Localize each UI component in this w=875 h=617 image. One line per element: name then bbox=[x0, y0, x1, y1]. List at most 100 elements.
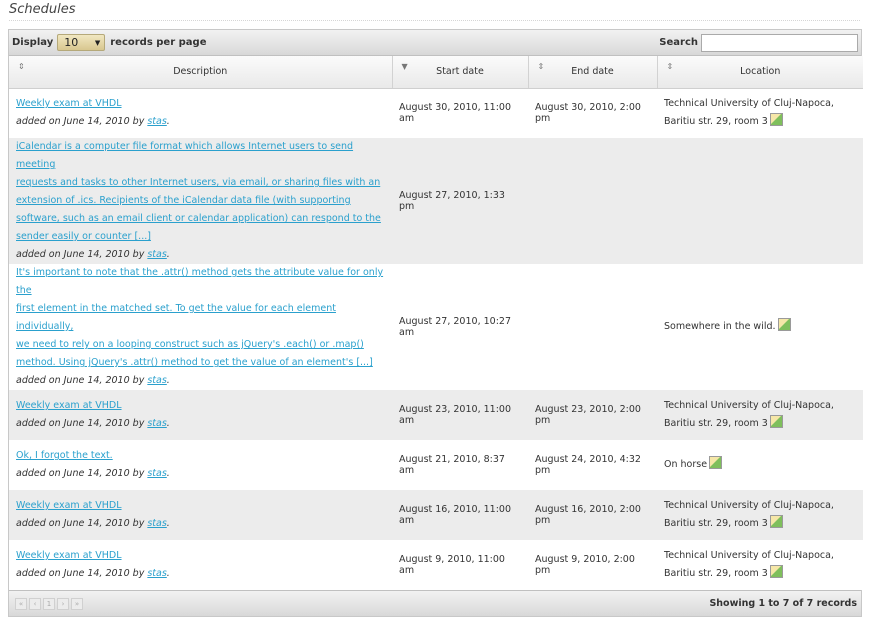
map-icon[interactable] bbox=[769, 565, 783, 578]
author-link[interactable]: stas bbox=[147, 249, 166, 260]
first-page-button[interactable]: « bbox=[15, 597, 27, 610]
added-meta: added on June 14, 2010 by stas. bbox=[16, 116, 170, 128]
table-row: iCalendar is a computer file format whic… bbox=[9, 138, 863, 264]
location-line: Technical University of Cluj-Napoca, bbox=[664, 500, 834, 511]
added-text: added on June 14, 2010 by bbox=[16, 375, 148, 386]
location-line: Baritiu str. 29, room 3 bbox=[664, 518, 768, 529]
added-text: added on June 14, 2010 by bbox=[16, 468, 148, 479]
added-meta: added on June 14, 2010 by stas. bbox=[16, 418, 170, 429]
added-text: added on June 14, 2010 by bbox=[16, 249, 148, 260]
column-header-end-date[interactable]: ⇕ End date bbox=[528, 56, 658, 89]
prev-page-button[interactable]: ‹ bbox=[29, 597, 41, 610]
author-link[interactable]: stas bbox=[147, 518, 166, 529]
page-1-button[interactable]: 1 bbox=[43, 597, 55, 610]
author-link[interactable]: stas bbox=[147, 418, 166, 429]
description-line: Weekly exam at VHDL bbox=[16, 98, 122, 110]
title-divider bbox=[9, 20, 860, 21]
description-line: method. Using jQuery's .attr() method to… bbox=[16, 357, 373, 368]
location-cell: On horse bbox=[657, 440, 863, 490]
location-line: On horse bbox=[664, 459, 708, 470]
start-date-cell: August 27, 2010, 1:33 pm bbox=[392, 138, 528, 264]
description-line: sender easily or counter [...] bbox=[16, 231, 151, 242]
description-line: first element in the matched set. To get… bbox=[16, 303, 336, 332]
author-link[interactable]: stas bbox=[147, 568, 166, 579]
description-line: Ok, I forgot the text. bbox=[16, 450, 113, 461]
column-header-location[interactable]: ⇕ Location bbox=[657, 56, 863, 89]
end-date-cell bbox=[528, 264, 657, 390]
table-footer: « ‹ 1 › » Showing 1 to 7 of 7 records bbox=[9, 590, 861, 616]
location-cell: Technical University of Cluj-Napoca, Bar… bbox=[657, 88, 863, 138]
search-input[interactable] bbox=[701, 33, 858, 52]
map-icon[interactable] bbox=[769, 515, 783, 528]
page-size-select[interactable]: 10 ▼ bbox=[57, 34, 106, 51]
start-date-cell: August 21, 2010, 8:37 am bbox=[392, 440, 528, 490]
column-header-description[interactable]: ⇕ Description bbox=[9, 56, 393, 89]
added-meta: added on June 14, 2010 by stas. bbox=[16, 375, 170, 386]
map-icon[interactable] bbox=[769, 415, 783, 428]
location-cell: Technical University of Cluj-Napoca, Bar… bbox=[657, 390, 863, 440]
page-title: Schedules bbox=[9, 2, 76, 17]
table-toolbar: Display 10 ▼ records per page Search bbox=[9, 30, 861, 56]
records-per-page-label: records per page bbox=[110, 37, 207, 48]
start-date-cell: August 23, 2010, 11:00 am bbox=[392, 390, 528, 440]
column-label: Location bbox=[740, 66, 781, 78]
description-link[interactable]: iCalendar is a computer file format whic… bbox=[16, 138, 385, 246]
location-line: Technical University of Cluj-Napoca, bbox=[664, 98, 834, 110]
author-link[interactable]: stas bbox=[147, 116, 166, 127]
table-row: Weekly exam at VHDL added on June 14, 20… bbox=[9, 88, 863, 138]
description-line: extension of .ics. Recipients of the iCa… bbox=[16, 195, 351, 206]
table-row: It's important to note that the .attr() … bbox=[9, 264, 863, 390]
added-meta: added on June 14, 2010 by stas. bbox=[16, 468, 170, 479]
next-page-button[interactable]: › bbox=[57, 597, 69, 610]
location-cell bbox=[657, 138, 863, 264]
header-row: ⇕ Description ▼ Start date ⇕ End date ⇕ … bbox=[9, 56, 863, 89]
added-text: added on June 14, 2010 by bbox=[16, 418, 148, 429]
map-icon[interactable] bbox=[769, 113, 783, 127]
description-line: Weekly exam at VHDL bbox=[16, 550, 122, 561]
page-size-value: 10 bbox=[64, 36, 79, 49]
map-icon[interactable] bbox=[709, 456, 723, 469]
map-icon[interactable] bbox=[777, 318, 791, 331]
description-link[interactable]: Ok, I forgot the text. bbox=[16, 447, 385, 465]
location-cell: Technical University of Cluj-Napoca, Bar… bbox=[657, 540, 863, 590]
added-meta: added on June 14, 2010 by stas. bbox=[16, 568, 170, 579]
start-date-cell: August 16, 2010, 11:00 am bbox=[392, 490, 528, 540]
description-link[interactable]: Weekly exam at VHDL bbox=[16, 95, 385, 113]
column-header-start-date[interactable]: ▼ Start date bbox=[392, 56, 529, 89]
description-cell: Weekly exam at VHDL added on June 14, 20… bbox=[9, 88, 392, 138]
description-link[interactable]: Weekly exam at VHDL bbox=[16, 397, 385, 415]
description-link[interactable]: Weekly exam at VHDL bbox=[16, 497, 385, 515]
chevron-down-icon: ▼ bbox=[94, 38, 101, 47]
column-label: Description bbox=[173, 66, 228, 78]
schedules-table: Display 10 ▼ records per page Search ⇕ D… bbox=[8, 29, 863, 617]
sort-desc-icon: ▼ bbox=[401, 62, 408, 71]
end-date-cell: August 16, 2010, 2:00 pm bbox=[528, 490, 657, 540]
description-link[interactable]: Weekly exam at VHDL bbox=[16, 547, 385, 565]
sort-both-icon: ⇕ bbox=[666, 62, 674, 71]
description-cell: iCalendar is a computer file format whic… bbox=[9, 138, 392, 264]
table-row: Weekly exam at VHDL added on June 14, 20… bbox=[9, 490, 863, 540]
author-link[interactable]: stas bbox=[147, 375, 166, 386]
description-cell: Weekly exam at VHDL added on June 14, 20… bbox=[9, 390, 392, 440]
description-line: software, such as an email client or cal… bbox=[16, 213, 381, 224]
description-cell: It's important to note that the .attr() … bbox=[9, 264, 392, 390]
description-cell: Weekly exam at VHDL added on June 14, 20… bbox=[9, 490, 392, 540]
added-meta: added on June 14, 2010 by stas. bbox=[16, 249, 170, 260]
data-table: ⇕ Description ▼ Start date ⇕ End date ⇕ … bbox=[9, 56, 863, 590]
start-date-cell: August 30, 2010, 11:00 am bbox=[392, 88, 528, 138]
location-cell: Technical University of Cluj-Napoca, Bar… bbox=[657, 490, 863, 540]
location-line: Baritiu str. 29, room 3 bbox=[664, 418, 768, 429]
start-date-cell: August 9, 2010, 11:00 am bbox=[392, 540, 528, 590]
description-line: It's important to note that the .attr() … bbox=[16, 267, 384, 296]
end-date-cell bbox=[528, 138, 657, 264]
description-cell: Ok, I forgot the text. added on June 14,… bbox=[9, 440, 392, 490]
start-date-cell: August 27, 2010, 10:27 am bbox=[392, 264, 528, 390]
description-link[interactable]: It's important to note that the .attr() … bbox=[16, 264, 385, 372]
description-cell: Weekly exam at VHDL added on June 14, 20… bbox=[9, 540, 392, 590]
description-line: iCalendar is a computer file format whic… bbox=[16, 141, 354, 170]
location-line: Technical University of Cluj-Napoca, bbox=[664, 550, 834, 561]
location-line: Baritiu str. 29, room 3 bbox=[664, 116, 768, 128]
author-link[interactable]: stas bbox=[147, 468, 166, 479]
last-page-button[interactable]: » bbox=[71, 597, 83, 610]
added-text: added on June 14, 2010 by bbox=[16, 518, 148, 529]
